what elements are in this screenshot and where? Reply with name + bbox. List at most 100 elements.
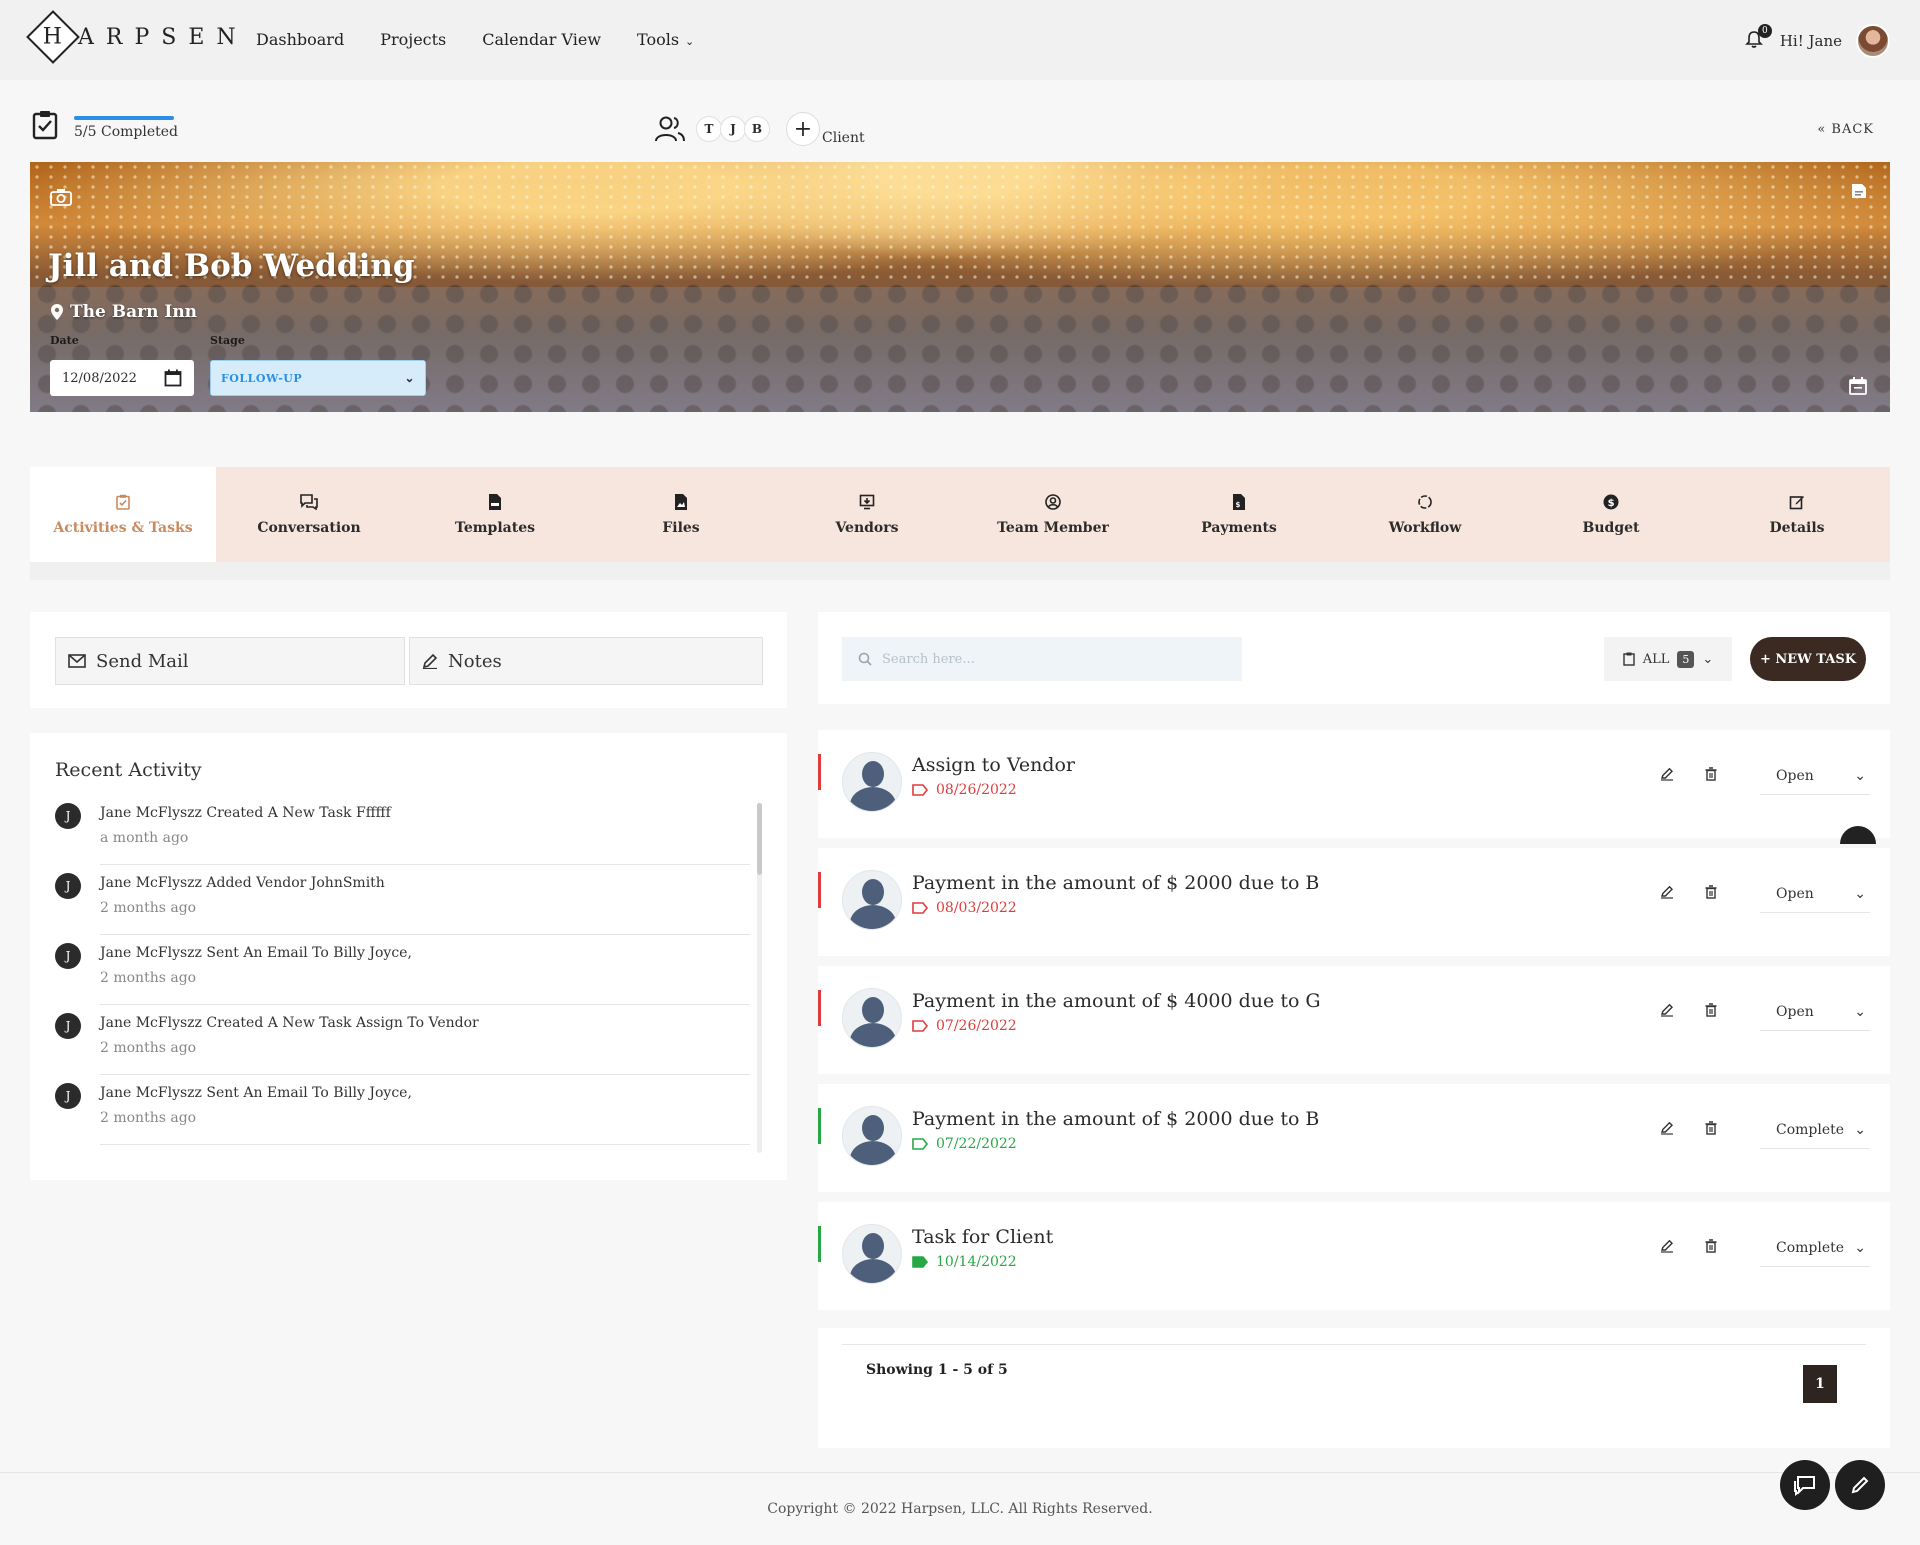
- task-filter-dropdown[interactable]: ALL 5 ⌄: [1604, 637, 1732, 681]
- event-date-input[interactable]: 12/08/2022: [50, 360, 194, 396]
- stage-label: Stage: [210, 334, 245, 347]
- chevron-down-icon: ⌄: [1854, 1121, 1866, 1138]
- tag-icon: [912, 1020, 928, 1032]
- stage-select[interactable]: FOLLOW-UP ⌄: [210, 360, 426, 396]
- team-initial-t[interactable]: T: [696, 116, 722, 142]
- notification-bell[interactable]: 0: [1744, 24, 1772, 52]
- add-client-label: Client: [822, 130, 865, 146]
- avatar: [842, 1106, 902, 1166]
- tab-details[interactable]: Details: [1704, 467, 1890, 562]
- tab-workflow[interactable]: Workflow: [1332, 467, 1518, 562]
- task-card[interactable]: Assign to Vendor 08/26/2022 Open ⌄: [818, 730, 1890, 838]
- plus-icon: +: [786, 112, 820, 146]
- task-card[interactable]: Task for Client 10/14/2022 Complete ⌄: [818, 1202, 1890, 1310]
- send-mail-button[interactable]: Send Mail: [55, 637, 405, 685]
- trash-icon[interactable]: [1705, 1238, 1717, 1257]
- project-status-row: 5/5 Completed T J B + Client « BACK: [30, 110, 1890, 146]
- add-client-button[interactable]: + Client: [786, 112, 865, 146]
- filter-count-badge: 5: [1677, 650, 1695, 668]
- tab-payments[interactable]: $ Payments: [1146, 467, 1332, 562]
- nav-dashboard[interactable]: Dashboard: [256, 30, 344, 49]
- tab-vendors[interactable]: Vendors: [774, 467, 960, 562]
- task-title[interactable]: Payment in the amount of $ 2000 due to B: [912, 872, 1319, 894]
- edit-icon[interactable]: [1660, 1238, 1674, 1257]
- svg-text:$: $: [1236, 501, 1241, 509]
- edit-icon[interactable]: [1660, 1120, 1674, 1139]
- task-progress: 5/5 Completed: [30, 110, 178, 140]
- tab-activities-tasks[interactable]: Activities & Tasks: [30, 467, 216, 576]
- trash-icon[interactable]: [1705, 884, 1717, 903]
- user-greeting[interactable]: Hi! Jane: [1780, 32, 1842, 50]
- file-icon[interactable]: [1850, 182, 1868, 204]
- nav-projects[interactable]: Projects: [380, 30, 446, 49]
- notes-button[interactable]: Notes: [409, 637, 763, 685]
- edit-icon[interactable]: [1660, 1002, 1674, 1021]
- team-initial-j[interactable]: J: [720, 116, 746, 142]
- svg-text:$: $: [1608, 498, 1615, 509]
- avatar: [842, 752, 902, 812]
- activity-scrollbar[interactable]: [757, 803, 762, 1153]
- camera-icon[interactable]: [50, 188, 72, 210]
- calendar-icon[interactable]: [1848, 376, 1868, 400]
- task-card[interactable]: Payment in the amount of $ 2000 due to B…: [818, 848, 1890, 956]
- activity-time: 2 months ago: [100, 900, 197, 916]
- trash-icon[interactable]: [1705, 766, 1717, 785]
- activity-text: Jane McFlyszz Created A New Task Assign …: [100, 1015, 479, 1031]
- task-status-select[interactable]: Complete ⌄: [1760, 1229, 1870, 1267]
- avatar: J: [55, 943, 81, 969]
- task-due-date: 08/26/2022: [912, 782, 1017, 798]
- tab-divider: [30, 562, 1890, 580]
- task-toolbar: Search here... ALL 5 ⌄ + NEW TASK: [818, 612, 1890, 704]
- task-card[interactable]: Payment in the amount of $ 4000 due to G…: [818, 966, 1890, 1074]
- edit-icon[interactable]: [1660, 766, 1674, 785]
- activity-time: 2 months ago: [100, 1110, 197, 1126]
- chat-fab[interactable]: [1780, 1460, 1830, 1510]
- task-due-date: 08/03/2022: [912, 900, 1017, 916]
- list-item: J Jane McFlyszz Created A New Task Assig…: [55, 1013, 753, 1083]
- logo-wordmark: ARPSEN: [78, 24, 248, 50]
- task-status-select[interactable]: Open ⌄: [1760, 993, 1870, 1031]
- trash-icon[interactable]: [1705, 1002, 1717, 1021]
- logo-diamond: H: [26, 10, 80, 64]
- harpsen-logo[interactable]: H ARPSEN: [26, 10, 248, 64]
- event-date-value: 12/08/2022: [62, 370, 137, 386]
- trash-icon[interactable]: [1705, 1120, 1717, 1139]
- task-status-select[interactable]: Open ⌄: [1760, 875, 1870, 913]
- dollar-icon: $: [1603, 494, 1619, 509]
- avatar: J: [55, 1013, 81, 1039]
- activity-list: J Jane McFlyszz Created A New Task Fffff…: [55, 803, 753, 1153]
- tab-templates[interactable]: Templates: [402, 467, 588, 562]
- page-button-1[interactable]: 1: [1803, 1365, 1837, 1403]
- nav-tools[interactable]: Tools ⌄: [637, 30, 694, 49]
- nav-calendar-view[interactable]: Calendar View: [482, 30, 601, 49]
- tag-icon: [912, 1256, 928, 1268]
- task-title[interactable]: Assign to Vendor: [912, 754, 1075, 776]
- tab-conversation[interactable]: Conversation: [216, 467, 402, 562]
- task-title[interactable]: Payment in the amount of $ 2000 due to B: [912, 1108, 1319, 1130]
- chevron-down-icon: ⌄: [685, 35, 695, 48]
- new-task-button[interactable]: + NEW TASK: [1750, 637, 1866, 681]
- search-icon: [858, 652, 872, 666]
- tab-team-member[interactable]: Team Member: [960, 467, 1146, 562]
- task-status-select[interactable]: Complete ⌄: [1760, 1111, 1870, 1149]
- chevron-down-icon: ⌄: [1854, 885, 1866, 902]
- compose-fab[interactable]: [1835, 1460, 1885, 1510]
- tag-icon: [912, 1138, 928, 1150]
- task-status-select[interactable]: Open ⌄: [1760, 757, 1870, 795]
- edit-icon[interactable]: [1660, 884, 1674, 903]
- scrollbar-thumb[interactable]: [757, 803, 762, 875]
- clipboard-icon: [1623, 652, 1635, 666]
- task-search-input[interactable]: Search here...: [842, 637, 1242, 681]
- copyright-text: Copyright © 2022 Harpsen, LLC. All Right…: [767, 1501, 1153, 1517]
- user-avatar[interactable]: [1856, 24, 1890, 58]
- team-initial-b[interactable]: B: [744, 116, 770, 142]
- task-card[interactable]: Payment in the amount of $ 2000 due to B…: [818, 1084, 1890, 1192]
- back-link[interactable]: « BACK: [1817, 122, 1874, 137]
- avatar: J: [55, 873, 81, 899]
- tab-budget[interactable]: $ Budget: [1518, 467, 1704, 562]
- calendar-icon[interactable]: [164, 369, 182, 387]
- task-title[interactable]: Task for Client: [912, 1226, 1053, 1248]
- tab-files[interactable]: Files: [588, 467, 774, 562]
- task-title[interactable]: Payment in the amount of $ 4000 due to G: [912, 990, 1321, 1012]
- search-placeholder: Search here...: [882, 651, 975, 667]
